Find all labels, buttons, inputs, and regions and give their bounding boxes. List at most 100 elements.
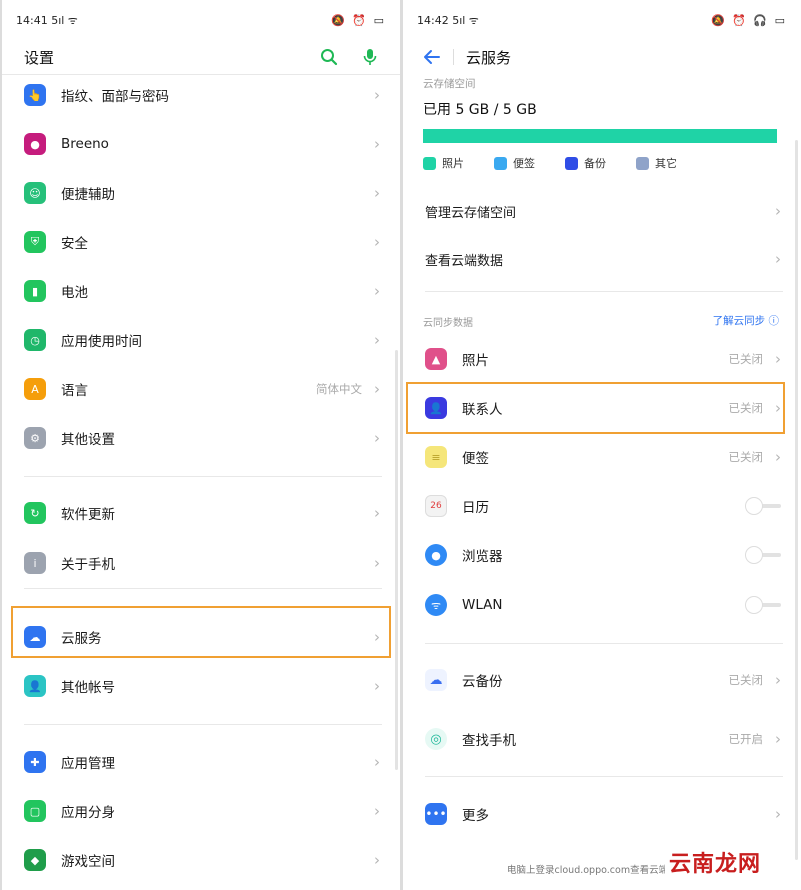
learn-sync-link[interactable]: 了解云同步 ⓘ xyxy=(713,313,779,328)
chevron-right-icon: › xyxy=(374,86,380,104)
app-management-icon: ✚ xyxy=(24,751,46,773)
highlight-cloud-service xyxy=(11,606,391,658)
fingerprint-icon: 👆 xyxy=(24,84,46,106)
toggle-knob xyxy=(745,596,763,614)
status-time: 14:42 xyxy=(417,13,449,27)
status-icons: 🔕 ⏰ ▭ xyxy=(331,13,386,27)
sync-toggle[interactable] xyxy=(745,546,781,564)
find-phone-item[interactable]: ◎ 查找手机 已开启 › xyxy=(403,716,801,762)
radar-icon: ◎ xyxy=(425,728,447,750)
legend-swatch xyxy=(494,156,507,170)
toggle-knob xyxy=(745,497,763,515)
settings-item-label: 语言 xyxy=(61,383,88,399)
settings-screen: 14:41 5ıl ᯤ 🔕 ⏰ ▭ 设置 👆 指纹、面部与密码 › ● Breeno › ☺… xyxy=(2,0,400,890)
settings-item-breeno[interactable]: ● Breeno › xyxy=(2,121,400,167)
software-update-icon: ↻ xyxy=(24,502,46,524)
scrollbar[interactable] xyxy=(395,350,398,770)
sync-item-wlan[interactable]: ᯤ WLAN xyxy=(403,582,801,628)
cloud-backup-icon: ☁ xyxy=(425,669,447,691)
storage-legend: 照片 便签 备份 其它 xyxy=(423,155,677,171)
chevron-right-icon: › xyxy=(374,851,380,869)
search-icon[interactable] xyxy=(320,48,338,66)
legend-label: 备份 xyxy=(584,157,606,170)
sync-item-label: WLAN xyxy=(462,597,503,613)
sync-item-label: 浏览器 xyxy=(462,549,503,565)
screen-time-icon: ◷ xyxy=(24,329,46,351)
sync-toggle[interactable] xyxy=(745,596,781,614)
find-phone-label: 查找手机 xyxy=(462,733,516,749)
settings-item-label: 电池 xyxy=(61,285,88,301)
chevron-right-icon: › xyxy=(374,554,380,572)
other-settings-icon: ⚙ xyxy=(24,427,46,449)
status-bar: 14:41 5ıl ᯤ 🔕 ⏰ ▭ xyxy=(2,0,400,40)
chevron-right-icon: › xyxy=(775,202,781,220)
settings-item-other-accounts[interactable]: 👤 其他帐号 › xyxy=(2,663,400,709)
settings-item-fingerprint[interactable]: 👆 指纹、面部与密码 › xyxy=(2,72,400,118)
settings-item-security[interactable]: ⛨ 安全 › xyxy=(2,219,400,265)
chevron-right-icon: › xyxy=(775,730,781,748)
settings-item-language[interactable]: A 语言 简体中文 › xyxy=(2,366,400,412)
chevron-right-icon: › xyxy=(374,380,380,398)
settings-item-label: 关于手机 xyxy=(61,557,115,573)
settings-item-other-settings[interactable]: ⚙ 其他设置 › xyxy=(2,415,400,461)
sync-item-browser[interactable]: ● 浏览器 xyxy=(403,532,801,578)
calendar-icon: 26 xyxy=(425,495,447,517)
settings-item-software-update[interactable]: ↻ 软件更新 › xyxy=(2,490,400,536)
cloud-backup-label: 云备份 xyxy=(462,674,503,690)
page-title: 设置 xyxy=(24,48,55,67)
sync-item-calendar[interactable]: 26 日历 xyxy=(403,483,801,529)
more-dots-icon: ••• xyxy=(425,803,447,825)
chevron-right-icon: › xyxy=(374,429,380,447)
settings-item-label: 应用使用时间 xyxy=(61,334,142,350)
chevron-right-icon: › xyxy=(775,671,781,689)
about-phone-icon: i xyxy=(24,552,46,574)
legend-swatch xyxy=(565,156,578,170)
language-icon: A xyxy=(24,378,46,400)
settings-item-label: 游戏空间 xyxy=(61,854,115,870)
settings-item-label: 其他设置 xyxy=(61,432,115,448)
highlight-contacts xyxy=(406,382,785,434)
settings-item-label: 应用分身 xyxy=(61,805,115,821)
chevron-right-icon: › xyxy=(775,350,781,368)
cloud-header: 云服务 xyxy=(403,40,801,74)
view-cloud-data-item[interactable]: 查看云端数据 › xyxy=(403,236,801,282)
storage-bar xyxy=(423,129,777,143)
settings-item-battery[interactable]: ▮ 电池 › xyxy=(2,268,400,314)
sync-toggle[interactable] xyxy=(745,497,781,515)
legend-item: 便签 xyxy=(494,155,535,171)
chevron-right-icon: › xyxy=(374,233,380,251)
breeno-icon: ● xyxy=(24,133,46,155)
chevron-right-icon: › xyxy=(374,753,380,771)
chevron-right-icon: › xyxy=(374,802,380,820)
legend-swatch xyxy=(636,156,649,170)
settings-item-label: 指纹、面部与密码 xyxy=(61,89,169,105)
signal-icon: 5ıl ᯤ xyxy=(51,13,78,27)
back-arrow-icon[interactable] xyxy=(423,49,441,65)
cloud-backup-item[interactable]: ☁ 云备份 已关闭 › xyxy=(403,657,801,703)
settings-item-screen-time[interactable]: ◷ 应用使用时间 › xyxy=(2,317,400,363)
status-time: 14:41 xyxy=(16,13,48,27)
sync-item-notes[interactable]: ≡ 便签 已关闭 › xyxy=(403,434,801,480)
settings-item-about-phone[interactable]: i 关于手机 › xyxy=(2,540,400,586)
sync-section-label: 云同步数据 xyxy=(423,318,473,329)
settings-item-game-space[interactable]: ◆ 游戏空间 › xyxy=(2,837,400,883)
storage-section-label: 云存储空间 xyxy=(423,78,476,90)
legend-label: 其它 xyxy=(655,157,677,170)
manage-storage-item[interactable]: 管理云存储空间 › xyxy=(403,188,801,234)
more-item[interactable]: ••• 更多 › xyxy=(403,791,801,837)
scrollbar[interactable] xyxy=(795,140,798,860)
settings-item-value: 简体中文 xyxy=(316,382,362,396)
microphone-icon[interactable] xyxy=(362,48,378,66)
toggle-knob xyxy=(745,546,763,564)
settings-item-app-management[interactable]: ✚ 应用管理 › xyxy=(2,739,400,785)
legend-label: 便签 xyxy=(513,157,535,170)
chevron-right-icon: › xyxy=(374,135,380,153)
settings-item-app-clone[interactable]: ▢ 应用分身 › xyxy=(2,788,400,834)
sync-item-status: 已关闭 xyxy=(728,352,764,366)
legend-item: 照片 xyxy=(423,155,464,171)
legend-item: 其它 xyxy=(636,155,677,171)
browser-icon: ● xyxy=(425,544,447,566)
settings-item-accessibility[interactable]: ☺ 便捷辅助 › xyxy=(2,170,400,216)
storage-bar-fill xyxy=(423,129,777,143)
sync-item-photos[interactable]: ▲ 照片 已关闭 › xyxy=(403,336,801,382)
